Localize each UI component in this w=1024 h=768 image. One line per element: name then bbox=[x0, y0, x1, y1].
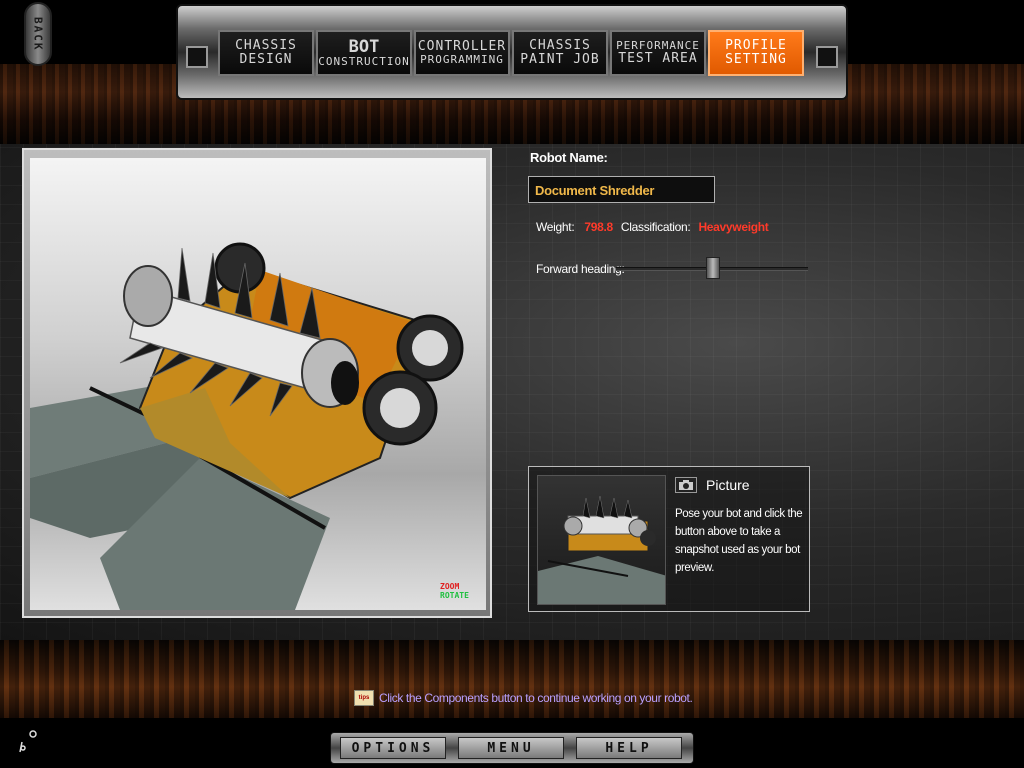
camera-icon[interactable] bbox=[675, 477, 697, 493]
drum-end-left bbox=[123, 265, 173, 327]
weight-value: 798.8 bbox=[584, 220, 613, 234]
forward-heading-label: Forward heading: bbox=[536, 262, 625, 276]
tab-label-line2: TEST AREA bbox=[618, 50, 698, 66]
back-button[interactable]: BACK bbox=[24, 2, 52, 66]
tips-icon: tips bbox=[354, 690, 374, 706]
robot-3d-scene[interactable] bbox=[30, 158, 486, 610]
tab-label-line2: PROGRAMMING bbox=[420, 53, 504, 67]
tab-label-line1: CONTROLLER bbox=[417, 38, 507, 54]
robot-name-field[interactable]: Document Shredder bbox=[528, 176, 715, 203]
drum-hub bbox=[331, 361, 359, 405]
tab-chassis-design[interactable]: CHASSIS DESIGN bbox=[218, 30, 314, 76]
robot-name-label: Robot Name: bbox=[530, 150, 608, 165]
wheel-back bbox=[214, 242, 266, 294]
zoom-rotate-legend: ZOOM ROTATE bbox=[440, 582, 469, 600]
robot-viewport[interactable] bbox=[22, 148, 492, 618]
picture-description: Pose your bot and click the button above… bbox=[675, 508, 803, 574]
tab-rail-left bbox=[186, 46, 208, 68]
wheel-right-rear-hub bbox=[412, 330, 448, 366]
tab-label-line1: CHASSIS bbox=[529, 37, 591, 53]
tab-label-line2: CONSTRUCTION bbox=[318, 55, 410, 69]
bot-preview-thumbnail bbox=[537, 475, 666, 605]
tab-profile-setting[interactable]: PROFILE SETTING bbox=[708, 30, 804, 76]
footer-band bbox=[0, 640, 1024, 718]
options-button[interactable]: OPTIONS bbox=[340, 737, 446, 759]
classification-label: Classification: bbox=[620, 220, 691, 234]
picture-panel: Picture Pose your bot and click the butt… bbox=[528, 466, 810, 612]
tip-bar: tips Click the Components button to cont… bbox=[354, 690, 693, 706]
tab-label-line2: SETTING bbox=[725, 52, 787, 67]
tab-rail-right bbox=[816, 46, 838, 68]
tab-label-line2: PAINT JOB bbox=[520, 52, 600, 67]
tab-chassis-paint-job[interactable]: CHASSIS PAINT JOB bbox=[512, 30, 608, 76]
tab-label-line1: BOT bbox=[348, 36, 380, 57]
classification-value: Heavyweight bbox=[698, 220, 769, 234]
robot-render bbox=[30, 242, 464, 610]
tab-label-line2: DESIGN bbox=[239, 52, 293, 67]
back-button-label: BACK bbox=[31, 16, 45, 52]
help-button[interactable]: HELP bbox=[576, 737, 682, 759]
tab-bot-construction[interactable]: BOT CONSTRUCTION bbox=[316, 30, 412, 76]
tab-label-line1: CHASSIS bbox=[235, 37, 297, 53]
bottom-menu: OPTIONS MENU HELP bbox=[340, 737, 682, 759]
weight-label: Weight: bbox=[536, 220, 575, 234]
forward-heading-slider-thumb[interactable] bbox=[706, 257, 720, 279]
picture-title: Picture bbox=[706, 477, 750, 493]
power-icon[interactable] bbox=[16, 728, 40, 754]
robot-stats: Weight: 798.8 Classification: Heavyweigh… bbox=[536, 220, 769, 234]
menu-button[interactable]: MENU bbox=[458, 737, 564, 759]
zoom-legend-label: ZOOM bbox=[440, 582, 460, 591]
tip-text: Click the Components button to continue … bbox=[379, 691, 693, 705]
wheel-right-front-hub bbox=[380, 388, 420, 428]
rotate-legend-label: ROTATE bbox=[440, 591, 469, 600]
bot-preview-render bbox=[538, 495, 665, 604]
tab-controller-programming[interactable]: CONTROLLER PROGRAMMING bbox=[414, 30, 510, 76]
tab-performance-test-area[interactable]: PERFORMANCE TEST AREA bbox=[610, 30, 706, 76]
nav-tabs: CHASSIS DESIGN BOT CONSTRUCTION CONTROLL… bbox=[218, 30, 804, 76]
tab-label-line1: PROFILE bbox=[725, 37, 787, 53]
